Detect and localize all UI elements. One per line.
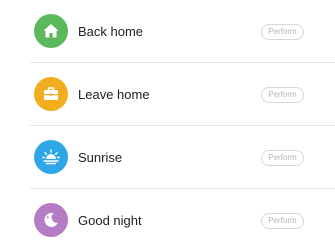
moon-icon	[34, 203, 68, 237]
scene-label: Good night	[78, 213, 142, 228]
scene-label: Leave home	[78, 87, 150, 102]
perform-button[interactable]: Perform	[261, 150, 304, 166]
scene-row-sunrise[interactable]: Sunrise Perform	[0, 126, 335, 189]
scene-list: Back home Perform Leave home Perform Sun…	[0, 0, 335, 251]
perform-button[interactable]: Perform	[261, 87, 304, 103]
scene-row-leave-home[interactable]: Leave home Perform	[0, 63, 335, 126]
perform-button[interactable]: Perform	[261, 24, 304, 40]
home-icon	[34, 14, 68, 48]
sunrise-icon	[34, 140, 68, 174]
scene-label: Back home	[78, 24, 144, 39]
perform-button[interactable]: Perform	[261, 213, 304, 229]
scene-label: Sunrise	[78, 150, 123, 165]
briefcase-icon	[34, 77, 68, 111]
scene-row-good-night[interactable]: Good night Perform	[0, 189, 335, 251]
scene-row-back-home[interactable]: Back home Perform	[0, 0, 335, 63]
